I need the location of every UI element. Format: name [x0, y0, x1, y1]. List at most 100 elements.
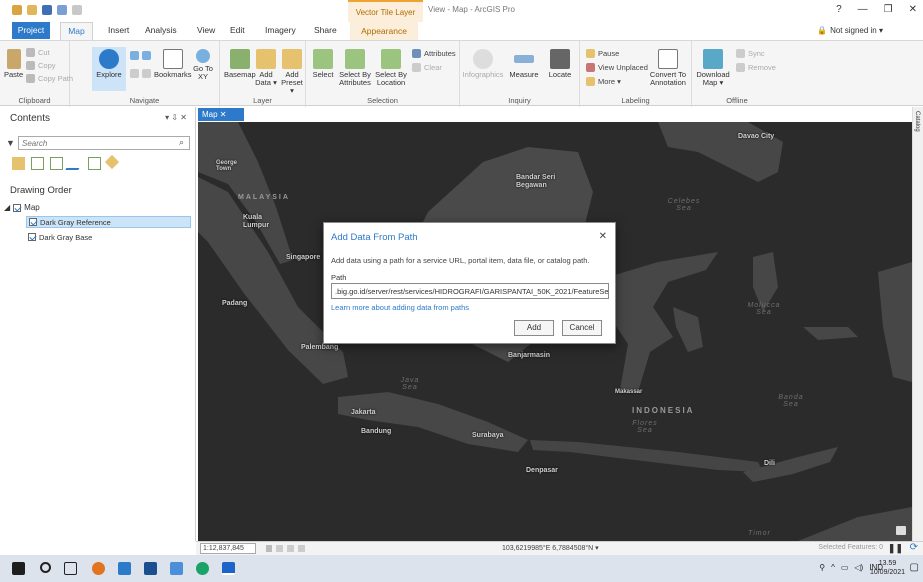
map-node[interactable]: ◢ Map — [4, 203, 40, 212]
help-icon[interactable]: ? — [836, 4, 842, 15]
basemap-button[interactable]: Basemap — [224, 49, 256, 79]
annotation-icon — [658, 49, 678, 69]
tab-project[interactable]: Project — [12, 22, 50, 39]
filter-icon[interactable]: ▼ — [6, 138, 15, 148]
zoom-fixed-icons[interactable] — [130, 51, 151, 60]
sync-button[interactable]: Sync — [736, 49, 765, 58]
catalog-pane-tab[interactable]: Catalog — [914, 111, 920, 132]
layer-dark-gray-reference[interactable]: Dark Gray Reference — [26, 216, 191, 228]
select-by-location-button[interactable]: Select By Location — [374, 49, 408, 87]
rotation-icon[interactable] — [298, 545, 305, 552]
new-project-icon[interactable] — [12, 5, 22, 15]
measure-button[interactable]: Measure — [508, 49, 540, 79]
add-data-button[interactable]: Add Data ▾ — [254, 49, 278, 87]
dialog-close-button[interactable]: ✕ — [599, 231, 607, 242]
view-unplaced-button[interactable]: View Unplaced — [586, 63, 648, 72]
people-icon[interactable]: ⚲ — [819, 563, 825, 572]
cut-button[interactable]: Cut — [26, 48, 50, 57]
scale-selector[interactable]: 1:12,837,845 — [200, 543, 256, 554]
select-by-attributes-button[interactable]: Select By Attributes — [338, 49, 372, 87]
selection-view-icon[interactable] — [50, 157, 63, 170]
locate-button[interactable]: Locate — [546, 49, 574, 79]
save-icon[interactable] — [42, 5, 52, 15]
download-map-button[interactable]: Download Map ▾ — [696, 49, 730, 87]
undo-icon[interactable] — [57, 5, 67, 15]
search-icon[interactable]: ⌕ — [179, 137, 184, 148]
tab-map[interactable]: Map — [60, 22, 93, 40]
zoom-out-icon — [142, 51, 151, 60]
search-taskbar-icon[interactable] — [40, 562, 51, 573]
coordinate-readout[interactable]: 103,6219985°E 6,7884508°N ▾ — [502, 544, 599, 552]
paste-button[interactable]: Paste — [4, 49, 23, 79]
collapse-arrow-icon[interactable]: ◢ — [4, 203, 10, 212]
goto-xy-button[interactable]: Go To XY — [192, 49, 214, 81]
pane-controls[interactable]: ▾ ⇩ ✕ — [165, 113, 187, 122]
task-view-icon[interactable] — [64, 562, 77, 575]
taskbar-clock[interactable]: 13.59 10/09/2021 — [870, 559, 905, 577]
ruler-icon — [514, 55, 534, 63]
close-button[interactable]: ✕ — [909, 4, 917, 15]
copy-button[interactable]: Copy — [26, 61, 56, 70]
add-preset-button[interactable]: Add Preset ▾ — [280, 49, 304, 95]
convert-to-annotation-button[interactable]: Convert To Annotation — [648, 49, 688, 87]
tray-expand-icon[interactable]: ^ — [831, 563, 835, 572]
add-button[interactable]: Add — [514, 320, 554, 336]
drawing-order-icon[interactable] — [12, 157, 25, 170]
clear-button[interactable]: Clear — [412, 63, 442, 72]
tab-imagery[interactable]: Imagery — [265, 25, 296, 35]
select-button[interactable]: Select — [312, 49, 334, 79]
attributes-button[interactable]: Attributes — [412, 49, 456, 58]
refresh-icon[interactable]: ⟳ — [910, 542, 918, 553]
snapping-view-icon[interactable] — [88, 157, 101, 170]
signin-status[interactable]: 🔒 Not signed in ▾ — [817, 26, 883, 35]
notification-icon[interactable]: ▢ — [910, 562, 919, 573]
arcgis-pro-icon[interactable] — [222, 562, 235, 575]
learn-more-link[interactable]: Learn more about adding data from paths — [331, 303, 469, 312]
tab-view[interactable]: View — [197, 25, 215, 35]
network-icon[interactable]: ▭ — [841, 563, 849, 572]
map-view-tab[interactable]: Map ✕ — [198, 108, 244, 121]
map-checkbox[interactable] — [13, 203, 22, 212]
explore-button[interactable]: Explore — [92, 47, 126, 91]
app-icon[interactable] — [170, 562, 183, 575]
grid-icon[interactable] — [276, 545, 283, 552]
bookmarks-button[interactable]: Bookmarks — [154, 49, 192, 79]
more-labeling-button[interactable]: More ▾ — [586, 77, 621, 86]
infographics-button[interactable]: Infographics — [463, 49, 503, 79]
edge-icon[interactable] — [196, 562, 209, 575]
file-explorer-icon[interactable] — [118, 562, 131, 575]
minimize-button[interactable]: — — [858, 4, 868, 15]
tab-share[interactable]: Share — [314, 25, 337, 35]
path-input[interactable] — [331, 283, 609, 299]
cancel-button[interactable]: Cancel — [562, 320, 602, 336]
pause-labeling-button[interactable]: Pause — [586, 49, 619, 58]
layer-dark-gray-base[interactable]: Dark Gray Base — [26, 231, 191, 243]
firefox-icon[interactable] — [92, 562, 105, 575]
data-source-icon[interactable] — [31, 157, 44, 170]
copy-path-button[interactable]: Copy Path — [26, 74, 73, 83]
tab-edit[interactable]: Edit — [230, 25, 245, 35]
map-label-city: George Town — [216, 160, 238, 172]
snapping-icon[interactable] — [287, 545, 294, 552]
editing-view-icon[interactable] — [65, 157, 86, 170]
attribution-icon[interactable] — [896, 526, 906, 535]
remove-button[interactable]: Remove — [736, 63, 776, 72]
labeling-view-icon[interactable] — [104, 154, 120, 170]
windows-start-icon[interactable] — [12, 562, 25, 575]
tab-appearance[interactable]: Appearance — [350, 22, 418, 40]
scale-dropdown-icon[interactable] — [266, 545, 272, 552]
layer-checkbox[interactable] — [28, 233, 36, 241]
tab-insert[interactable]: Insert — [108, 25, 129, 35]
search-input[interactable] — [19, 137, 169, 149]
open-project-icon[interactable] — [27, 5, 37, 15]
forward-arrow-icon — [142, 69, 151, 78]
store-icon[interactable] — [144, 562, 157, 575]
layer-checkbox[interactable] — [29, 218, 37, 226]
volume-icon[interactable]: ◁) — [854, 563, 863, 572]
restore-button[interactable]: ❐ — [884, 4, 893, 15]
windows-taskbar: ⚲ ^ ▭ ◁) IND 13.59 10/09/2021 ▢ — [0, 555, 923, 582]
pause-drawing-icon[interactable]: ❚❚ — [888, 543, 903, 554]
tab-analysis[interactable]: Analysis — [145, 25, 177, 35]
redo-icon[interactable] — [72, 5, 82, 15]
prev-next-extent[interactable] — [130, 69, 151, 78]
